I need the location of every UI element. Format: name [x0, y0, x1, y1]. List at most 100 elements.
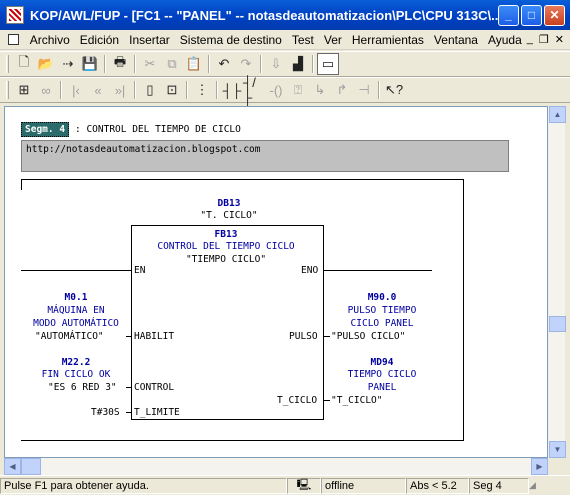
segment-label[interactable]: Segm. 4	[21, 122, 70, 137]
instance-db-name: "T. CICLO"	[200, 210, 258, 221]
pin-t-limite[interactable]: T_LIMITE	[134, 407, 180, 418]
element-window-icon[interactable]: ⊡	[161, 79, 183, 101]
help-pointer-icon[interactable]: ↖?	[383, 79, 405, 101]
forward-icon[interactable]: »|	[109, 79, 131, 101]
save-icon[interactable]: 💾	[79, 53, 101, 75]
segment-comment[interactable]: http://notasdeautomatizacion.blogspot.co…	[21, 140, 509, 172]
pin-eno[interactable]: ENO	[301, 265, 318, 276]
vertical-scrollbar[interactable]: ▲ ▼	[548, 106, 566, 458]
pulso-comment-1: PULSO TIEMPO	[347, 305, 417, 316]
connection-icon[interactable]: ⊣	[353, 79, 375, 101]
pulso-address[interactable]: M90.0	[368, 292, 397, 303]
redo-icon[interactable]: ↷	[235, 53, 257, 75]
toolbar-separator	[104, 55, 106, 73]
maximize-button[interactable]: □	[521, 4, 542, 26]
habilit-wire	[126, 336, 131, 337]
app-icon[interactable]	[6, 6, 24, 24]
horizontal-scroll-thumb[interactable]	[21, 458, 41, 475]
nc-contact-icon[interactable]: ┤/├	[243, 75, 265, 105]
horizontal-scrollbar[interactable]: ◀ ▶	[4, 458, 548, 475]
t-ciclo-wire	[324, 400, 330, 401]
glasses-icon[interactable]: ∞	[35, 79, 57, 101]
menu-archivo[interactable]: Archivo	[25, 33, 75, 47]
menu-sistema-de-destino[interactable]: Sistema de destino	[175, 33, 287, 47]
menu-ayuda[interactable]: Ayuda	[483, 33, 527, 47]
t-ciclo-comment-1: TIEMPO CICLO	[347, 369, 417, 380]
toolbar-separator	[60, 81, 62, 99]
menu-bar: Archivo Edición Insertar Sistema de dest…	[0, 30, 570, 50]
menu-ver[interactable]: Ver	[319, 33, 347, 47]
open-folder-icon[interactable]: 📂	[35, 53, 57, 75]
print-icon[interactable]: 🖶	[109, 53, 131, 75]
size-grip-icon[interactable]: ◢	[529, 480, 543, 491]
t-limite-value[interactable]: T#30S	[91, 407, 120, 418]
open-branch-icon[interactable]: ↳	[309, 79, 331, 101]
status-abs-text: Abs < 5.2	[410, 479, 457, 492]
toolbar-separator	[378, 81, 380, 99]
pulso-symbol[interactable]: "PULSO CICLO"	[331, 331, 405, 342]
menu-herramientas[interactable]: Herramientas	[347, 33, 429, 47]
menu-insertar[interactable]: Insertar	[124, 33, 175, 47]
pulso-wire	[324, 336, 330, 337]
menu-ventana[interactable]: Ventana	[429, 33, 483, 47]
undo-icon[interactable]: ↶	[213, 53, 235, 75]
segment-title[interactable]: : CONTROL DEL TIEMPO DE CICLO	[75, 124, 241, 135]
pin-pulso[interactable]: PULSO	[289, 331, 318, 342]
toolbar-grip[interactable]	[6, 55, 9, 73]
network-icon[interactable]: ⋮	[191, 79, 213, 101]
title-bar: KOP/AWL/FUP - [FC1 -- "PANEL" -- notasde…	[0, 0, 570, 30]
ladder-toolbar: ⊞ ∞ |‹ « »| ▯ ⊡ ⋮ ┤├ ┤/├ -() ⍰ ↳ ↱ ⊣ ↖?	[0, 75, 570, 105]
control-comment-1: FIN CICLO OK	[41, 369, 111, 380]
toolbar-separator	[260, 55, 262, 73]
overview-icon[interactable]: ▯	[139, 79, 161, 101]
pin-control[interactable]: CONTROL	[134, 382, 174, 393]
pin-t-ciclo[interactable]: T_CICLO	[277, 395, 317, 406]
back-icon[interactable]: «	[87, 79, 109, 101]
scroll-left-icon[interactable]: ◀	[4, 458, 21, 475]
empty-box-icon[interactable]: ⍰	[287, 79, 309, 101]
scroll-down-icon[interactable]: ▼	[549, 441, 566, 458]
download-icon[interactable]: ⇩	[265, 53, 287, 75]
en-wire	[21, 270, 131, 271]
scroll-up-icon[interactable]: ▲	[549, 106, 566, 123]
monitor-icon[interactable]: ▟	[287, 53, 309, 75]
first-icon[interactable]: |‹	[65, 79, 87, 101]
t-ciclo-symbol[interactable]: "T_CICLO"	[331, 395, 382, 406]
document-menu-icon[interactable]	[8, 34, 19, 45]
new-file-icon[interactable]: 🗋	[13, 53, 35, 75]
toolbar-grip[interactable]	[6, 81, 9, 99]
copy-icon[interactable]: ⧉	[161, 53, 183, 75]
instance-db: DB13	[217, 198, 241, 209]
toolbar-separator	[186, 81, 188, 99]
t-ciclo-address[interactable]: MD94	[371, 357, 394, 368]
vertical-scroll-thumb[interactable]	[549, 316, 566, 332]
monitor-toggle-icon[interactable]: ▭	[317, 53, 339, 75]
accessible-nodes-icon[interactable]: ⇢	[57, 53, 79, 75]
scroll-right-icon[interactable]: ▶	[531, 458, 548, 475]
menu-test[interactable]: Test	[287, 33, 319, 47]
habilit-address[interactable]: M0.1	[65, 292, 88, 303]
pin-habilit[interactable]: HABILIT	[134, 331, 174, 342]
control-symbol[interactable]: "ES 6 RED 3"	[48, 382, 117, 393]
coil-icon[interactable]: -()	[265, 79, 287, 101]
control-address[interactable]: M22.2	[62, 357, 91, 368]
habilit-symbol[interactable]: "AUTOMÁTICO"	[35, 331, 104, 342]
status-mode: offline	[321, 477, 406, 494]
status-abs: Abs < 5.2	[406, 477, 469, 494]
status-bar: Pulse F1 para obtener ayuda. 🖳 offline A…	[0, 475, 570, 495]
minimize-button[interactable]: _	[498, 4, 519, 26]
t-limite-wire	[126, 412, 131, 413]
mdi-minimize-icon[interactable]: _	[527, 33, 533, 46]
close-button[interactable]: ✕	[544, 4, 565, 26]
mdi-restore-icon[interactable]: ❐	[539, 33, 549, 46]
segment-comment-text: http://notasdeautomatizacion.blogspot.co…	[26, 144, 261, 155]
cut-icon[interactable]: ✂	[139, 53, 161, 75]
mdi-close-icon[interactable]: ✕	[555, 33, 564, 46]
pin-en[interactable]: EN	[134, 265, 145, 276]
close-branch-icon[interactable]: ↱	[331, 79, 353, 101]
new-network-icon[interactable]: ⊞	[13, 79, 35, 101]
paste-icon[interactable]: 📋	[183, 53, 205, 75]
editor-area[interactable]: Segm. 4 : CONTROL DEL TIEMPO DE CICLO ht…	[4, 106, 548, 458]
menu-edicion[interactable]: Edición	[75, 33, 124, 47]
no-contact-icon[interactable]: ┤├	[221, 79, 243, 101]
